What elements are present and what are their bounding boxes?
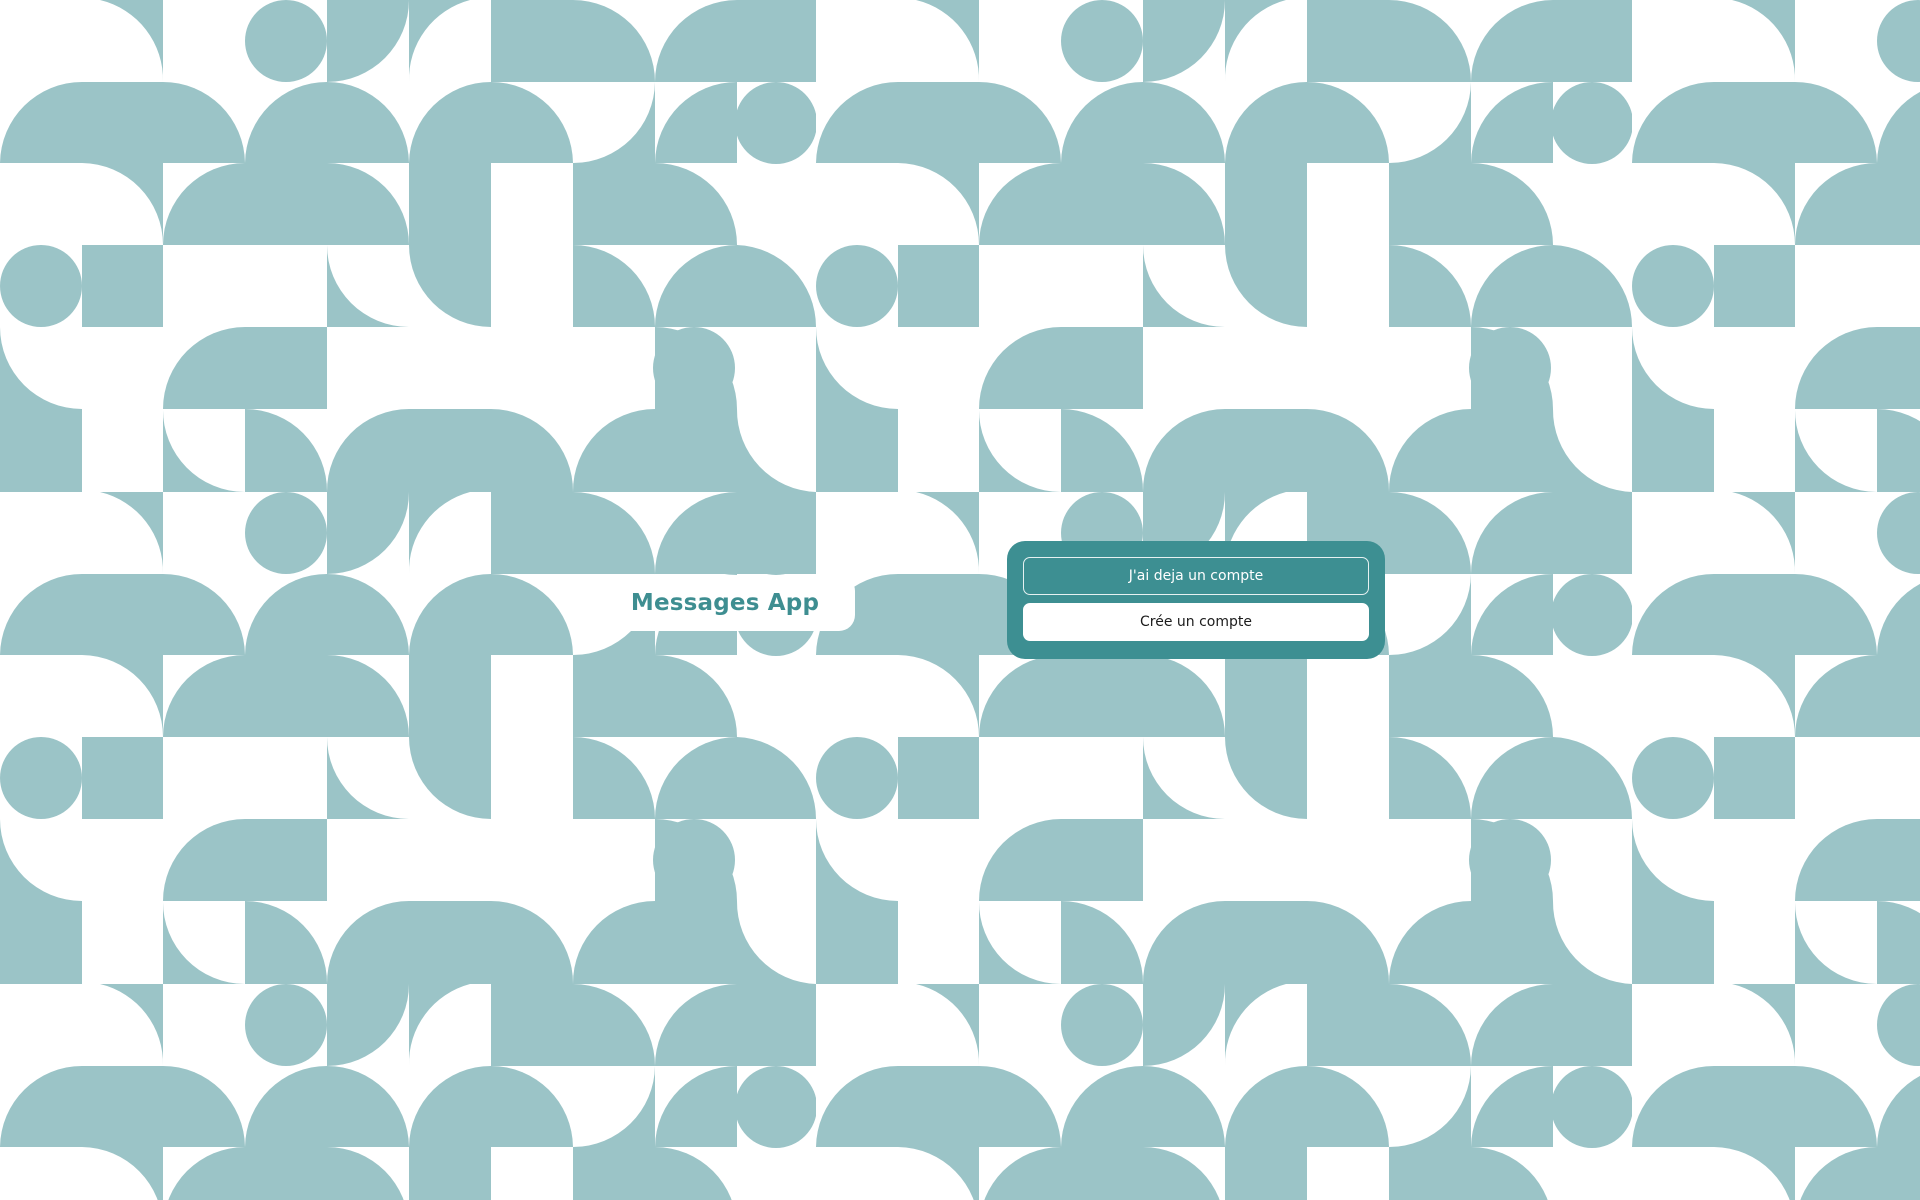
login-button[interactable]: J'ai deja un compte — [1023, 557, 1369, 595]
auth-card: J'ai deja un compte Crée un compte — [1007, 541, 1385, 659]
background-pattern — [0, 0, 1920, 1200]
app-title-card: Messages App — [595, 575, 855, 631]
signup-button[interactable]: Crée un compte — [1023, 603, 1369, 641]
app-title: Messages App — [630, 590, 820, 616]
